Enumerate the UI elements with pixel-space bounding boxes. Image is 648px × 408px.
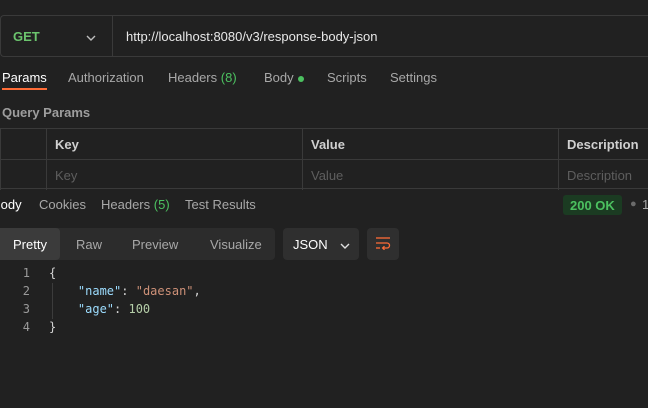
line-number: 4 <box>22 320 30 334</box>
view-mode-selector: Pretty Raw Preview Visualize <box>0 228 275 260</box>
json-key: "name" <box>77 284 122 298</box>
tab-authorization[interactable]: Authorization <box>68 70 144 85</box>
response-tab-body[interactable]: Body <box>0 197 22 212</box>
code-line: 3 "age": 100 <box>0 300 648 318</box>
wrap-lines-button[interactable] <box>367 228 399 260</box>
json-number-value: 100 <box>128 302 151 316</box>
view-visualize[interactable]: Visualize <box>210 228 262 260</box>
separator-dot: ● <box>630 198 637 210</box>
view-pretty[interactable]: Pretty <box>0 228 60 260</box>
code-text: } <box>49 318 56 336</box>
tab-scripts[interactable]: Scripts <box>327 70 367 85</box>
tab-headers[interactable]: Headers (8) <box>168 70 237 85</box>
response-bar: Body Cookies Headers (5) Test Results 20… <box>0 188 648 225</box>
response-headers-count: (5) <box>153 197 170 212</box>
response-headers-label: Headers <box>101 197 151 212</box>
code-text: { <box>49 264 56 282</box>
method-select[interactable]: GET <box>1 16 113 56</box>
column-header-description: Description <box>567 136 639 152</box>
code-line: 2 "name": "daesan", <box>0 282 648 300</box>
response-time-truncated: 1 <box>642 197 648 212</box>
tab-body[interactable]: Body <box>264 70 304 85</box>
body-indicator-dot <box>297 75 304 82</box>
column-header-value: Value <box>303 129 559 159</box>
response-body-editor[interactable]: 1 { 2 "name": "daesan", 3 "age": 100 4 } <box>0 264 648 336</box>
table-row: Key Value Description <box>0 160 648 190</box>
view-raw[interactable]: Raw <box>76 228 102 260</box>
url-input[interactable]: http://localhost:8080/v3/response-body-j… <box>113 29 378 44</box>
line-number: 1 <box>22 266 30 280</box>
row-checkbox-cell <box>0 160 47 190</box>
view-preview[interactable]: Preview <box>132 228 178 260</box>
chevron-down-icon <box>340 237 350 252</box>
param-key-input[interactable]: Key <box>47 160 303 190</box>
status-badge[interactable]: 200 OK <box>563 195 622 215</box>
response-tab-cookies[interactable]: Cookies <box>39 197 86 212</box>
tab-params[interactable]: Params <box>2 70 47 90</box>
tab-settings[interactable]: Settings <box>390 70 437 85</box>
json-brace: { <box>49 266 57 280</box>
query-params-title: Query Params <box>2 105 91 120</box>
table-header-row: Key Value Description <box>0 129 648 160</box>
url-bar: GET http://localhost:8080/v3/response-bo… <box>0 15 648 57</box>
json-string-value: "daesan" <box>135 284 194 298</box>
line-number: 3 <box>22 302 30 316</box>
param-description-input[interactable]: Description <box>559 160 648 190</box>
json-brace: } <box>49 320 57 334</box>
line-number: 2 <box>22 284 30 298</box>
code-text: "age": 100 <box>77 302 151 316</box>
checkbox-column-header <box>0 129 47 159</box>
code-text: "name": "daesan", <box>77 284 201 298</box>
format-select[interactable]: JSON <box>283 228 359 260</box>
tab-body-label: Body <box>264 70 294 85</box>
wrap-lines-icon <box>375 236 391 253</box>
tab-headers-label: Headers <box>168 70 218 85</box>
code-line: 1 { <box>0 264 648 282</box>
param-value-input[interactable]: Value <box>303 160 559 190</box>
headers-count-badge: (8) <box>220 70 237 85</box>
response-tab-headers[interactable]: Headers (5) <box>101 197 170 212</box>
method-label: GET <box>13 28 40 44</box>
query-params-table: Key Value Description Key Value Descript… <box>0 128 648 190</box>
response-tab-test-results[interactable]: Test Results <box>185 197 256 212</box>
column-header-key: Key <box>47 129 303 159</box>
chevron-down-icon <box>86 29 96 44</box>
code-line: 4 } <box>0 318 648 336</box>
format-label: JSON <box>293 236 328 252</box>
json-key: "age" <box>77 302 115 316</box>
